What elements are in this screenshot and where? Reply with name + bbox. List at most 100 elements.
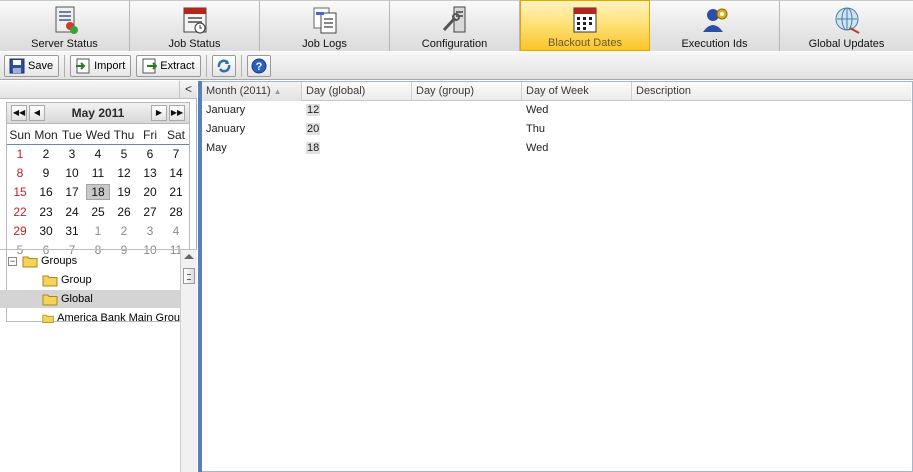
cell-description[interactable] [632,120,636,139]
grid-header: Month (2011) ▲ Day (global) Day (group) D… [202,82,911,101]
weekday-header: Fri [137,126,163,145]
calendar-day[interactable]: 28 [163,202,189,221]
tab-global-updates[interactable]: Global Updates [780,0,913,51]
calendar-day[interactable]: 24 [59,202,85,221]
toolbar: Save Import Extract ? [0,52,913,80]
calendar-day-today[interactable]: 18 [85,183,111,202]
import-button[interactable]: Import [70,54,132,77]
calendar-day-other-month[interactable]: 1 [85,221,111,240]
extract-icon [142,58,158,73]
calendar-day[interactable]: 19 [111,183,137,202]
cell-value: 18 [306,142,321,154]
calendar-day-other-month[interactable]: 4 [163,221,189,240]
calendar-day[interactable]: 10 [59,163,85,182]
scroll-thumb[interactable] [183,268,195,284]
calendar-day[interactable]: 2 [33,144,59,163]
table-row[interactable]: January 20 Thu [202,120,911,139]
calendar-day[interactable]: 12 [111,163,137,182]
calendar-day[interactable]: 21 [163,183,189,202]
calendar-day[interactable]: 5 [111,144,137,163]
tab-job-logs[interactable]: Job Logs [260,0,390,51]
calendar-day[interactable]: 3 [59,144,85,163]
calendar-day[interactable]: 7 [163,144,189,163]
calendar-day[interactable]: 23 [33,202,59,221]
extract-button[interactable]: Extract [136,54,201,77]
calendar-day[interactable]: 26 [111,202,137,221]
column-header-label: Day (group) [416,85,475,97]
tree-scrollbar[interactable] [180,250,197,472]
collapse-toggle[interactable]: − [8,256,17,266]
first-month-button[interactable]: ◀◀ [11,105,27,121]
column-header-day-global[interactable]: Day (global) [302,82,412,101]
column-header-description[interactable]: Description [632,82,911,101]
tree-node-label: Groups [41,255,78,267]
column-header-day-of-week[interactable]: Day of Week [522,82,632,101]
calendar-day[interactable]: 20 [137,183,163,202]
calendar-day[interactable]: 27 [137,202,163,221]
server-status-icon [55,6,78,34]
weekday-header: Sun [7,126,33,145]
calendar-day[interactable]: 9 [33,163,59,182]
save-button[interactable]: Save [4,54,60,77]
calendar-day[interactable]: 16 [33,183,59,202]
calendar-day[interactable]: 14 [163,163,189,182]
tree-node-groups[interactable]: − Groups [0,252,180,270]
cell-day-global[interactable]: 12 [302,101,321,120]
calendar-day[interactable]: 13 [137,163,163,182]
calendar-day[interactable]: 6 [137,144,163,163]
calendar-day[interactable]: 4 [85,144,111,163]
table-row[interactable]: January 12 Wed [202,101,911,120]
cell-day-group[interactable] [412,139,416,158]
extract-label: Extract [160,59,195,72]
cell-day-global[interactable]: 18 [302,139,321,158]
calendar-day[interactable]: 17 [59,183,85,202]
last-month-button[interactable]: ▶▶ [169,105,185,121]
toolbar-separator [240,54,242,77]
calendar-day[interactable]: 29 [7,221,33,240]
table-row[interactable]: May 18 Wed [202,139,911,158]
calendar-day[interactable]: 8 [7,163,33,182]
calendar-day[interactable]: 1 [7,144,33,163]
help-button[interactable]: ? [246,54,271,77]
calendar-icon [573,7,597,33]
calendar-day[interactable]: 31 [59,221,85,240]
tab-blackout-dates[interactable]: Blackout Dates [520,0,650,51]
today-marker: 18 [86,184,110,201]
calendar-day[interactable]: 25 [85,202,111,221]
column-header-day-group[interactable]: Day (group) [412,82,522,101]
tree-node-global[interactable]: Global [0,290,180,308]
app-window: Server Status Job Status Job Logs Config… [0,0,913,472]
cell-day-group[interactable] [412,101,416,120]
tab-configuration[interactable]: Configuration [390,0,520,51]
left-panel-header: < [0,81,197,99]
tab-server-status[interactable]: Server Status [0,0,130,51]
calendar-day[interactable]: 22 [7,202,33,221]
configuration-icon [442,6,465,33]
tab-execution-ids[interactable]: Execution Ids [650,0,780,51]
calendar-day[interactable]: 11 [85,163,111,182]
tree-node-america-bank[interactable]: America Bank Main Grou [0,309,180,327]
calendar-title: May 2011 [71,106,125,120]
tab-label: Server Status [31,38,98,50]
column-header-month[interactable]: Month (2011) ▲ [202,82,302,101]
save-label: Save [28,59,54,72]
calendar-day[interactable]: 30 [33,221,59,240]
tree-node-group[interactable]: Group [0,271,180,289]
cell-day-global[interactable]: 20 [302,120,321,139]
tab-job-status[interactable]: Job Status [130,0,260,51]
folder-icon [42,314,54,323]
calendar-day[interactable]: 15 [7,183,33,202]
weekday-header: Mon [33,126,59,145]
refresh-button[interactable] [211,54,236,77]
next-month-button[interactable]: ▶ [151,105,167,121]
cell-day-of-week: Wed [526,104,549,116]
cell-day-group[interactable] [412,120,416,139]
prev-month-button[interactable]: ◀ [29,105,45,121]
cell-description[interactable] [632,139,636,158]
calendar-day-other-month[interactable]: 3 [137,221,163,240]
tab-label: Blackout Dates [548,37,622,49]
cell-description[interactable] [632,101,636,120]
scroll-up-icon[interactable] [184,254,194,259]
collapse-panel-button[interactable]: < [179,81,197,99]
calendar-day-other-month[interactable]: 2 [111,221,137,240]
